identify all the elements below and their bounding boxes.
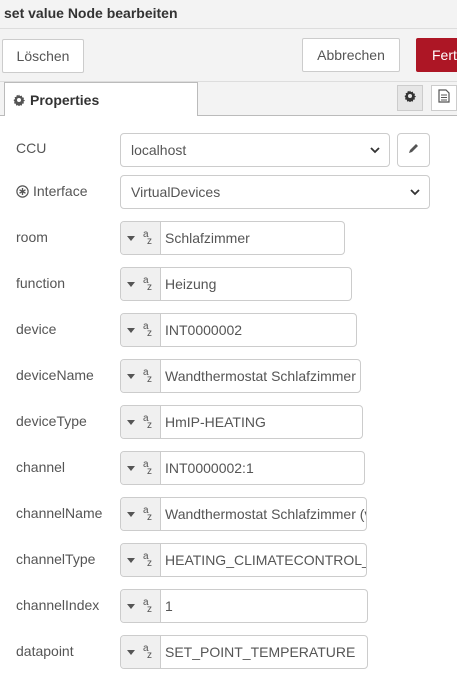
function-input[interactable]: az Heizung	[120, 267, 352, 301]
tab-properties[interactable]: Properties	[4, 82, 198, 116]
done-button[interactable]: Fertig	[416, 38, 457, 72]
function-label: function	[16, 275, 66, 291]
channel-value: INT0000002:1	[165, 460, 254, 476]
string-type-icon: az	[143, 367, 152, 385]
devicename-input[interactable]: az Wandthermostat Schlafzimmer	[120, 359, 361, 393]
type-select-button[interactable]: az	[121, 406, 161, 438]
dialog-title: set value Node bearbeiten	[4, 5, 178, 21]
dialog-toolbar: Löschen Abbrechen Fertig	[0, 29, 457, 82]
interface-value: VirtualDevices	[131, 184, 221, 200]
tab-bar: Properties	[0, 82, 457, 116]
gear-icon	[404, 89, 417, 107]
devicetype-input[interactable]: az HmIP-HEATING	[120, 405, 363, 439]
string-type-icon: az	[143, 505, 152, 523]
devicetype-value: HmIP-HEATING	[165, 414, 266, 430]
chevron-down-icon	[409, 185, 421, 201]
room-value: Schlafzimmer	[165, 230, 250, 246]
channelindex-value: 1	[165, 598, 173, 614]
channelindex-input[interactable]: az 1	[120, 589, 368, 623]
delete-button[interactable]: Löschen	[2, 39, 84, 73]
cancel-button[interactable]: Abbrechen	[302, 38, 400, 72]
channelname-input[interactable]: az Wandthermostat Schlafzimmer (v	[120, 497, 367, 531]
channeltype-value: HEATING_CLIMATECONTROL_	[165, 552, 366, 568]
channeltype-input[interactable]: az HEATING_CLIMATECONTROL_	[120, 543, 367, 577]
datapoint-label: datapoint	[16, 643, 74, 659]
type-select-button[interactable]: az	[121, 498, 161, 530]
type-select-button[interactable]: az	[121, 360, 161, 392]
channelname-value: Wandthermostat Schlafzimmer (v	[165, 506, 366, 522]
datapoint-input[interactable]: az SET_POINT_TEMPERATURE	[120, 635, 368, 669]
ccu-label: CCU	[16, 140, 47, 156]
chevron-down-icon	[369, 143, 381, 159]
tab-properties-label: Properties	[30, 91, 100, 108]
device-input[interactable]: az INT0000002	[120, 313, 357, 347]
gear-icon	[13, 94, 25, 106]
type-select-button[interactable]: az	[121, 636, 161, 668]
channelindex-label: channelIndex	[16, 597, 100, 613]
string-type-icon: az	[143, 413, 152, 431]
devicename-value: Wandthermostat Schlafzimmer	[165, 368, 356, 384]
channelname-label: channelName	[16, 505, 103, 521]
string-type-icon: az	[143, 275, 152, 293]
interface-label-text: Interface	[33, 183, 88, 199]
type-select-button[interactable]: az	[121, 452, 161, 484]
type-select-button[interactable]: az	[121, 314, 161, 346]
tab-settings-button[interactable]	[397, 85, 423, 111]
interface-icon	[16, 184, 29, 198]
pencil-icon	[408, 141, 420, 159]
devicetype-label: deviceType	[16, 413, 87, 429]
ccu-value: localhost	[131, 142, 187, 158]
type-select-button[interactable]: az	[121, 590, 161, 622]
function-value: Heizung	[165, 276, 217, 292]
channeltype-label: channelType	[16, 551, 96, 567]
channel-label: channel	[16, 459, 66, 475]
room-label: room	[16, 229, 48, 245]
devicename-label: deviceName	[16, 367, 94, 383]
document-icon	[438, 88, 450, 108]
edit-ccu-button[interactable]	[397, 133, 430, 167]
dialog-title-bar: set value Node bearbeiten	[0, 0, 457, 29]
device-label: device	[16, 321, 57, 337]
string-type-icon: az	[143, 643, 152, 661]
string-type-icon: az	[143, 229, 152, 247]
tab-description-button[interactable]	[431, 85, 457, 111]
string-type-icon: az	[143, 551, 152, 569]
ccu-select[interactable]: localhost	[120, 133, 390, 167]
channel-input[interactable]: az INT0000002:1	[120, 451, 365, 485]
device-value: INT0000002	[165, 322, 243, 338]
datapoint-value: SET_POINT_TEMPERATURE	[165, 644, 356, 660]
type-select-button[interactable]: az	[121, 544, 161, 576]
string-type-icon: az	[143, 459, 152, 477]
interface-label: Interface	[16, 183, 87, 199]
type-select-button[interactable]: az	[121, 222, 161, 254]
string-type-icon: az	[143, 321, 152, 339]
string-type-icon: az	[143, 597, 152, 615]
type-select-button[interactable]: az	[121, 268, 161, 300]
interface-select[interactable]: VirtualDevices	[120, 175, 430, 209]
room-input[interactable]: az Schlafzimmer	[120, 221, 345, 255]
